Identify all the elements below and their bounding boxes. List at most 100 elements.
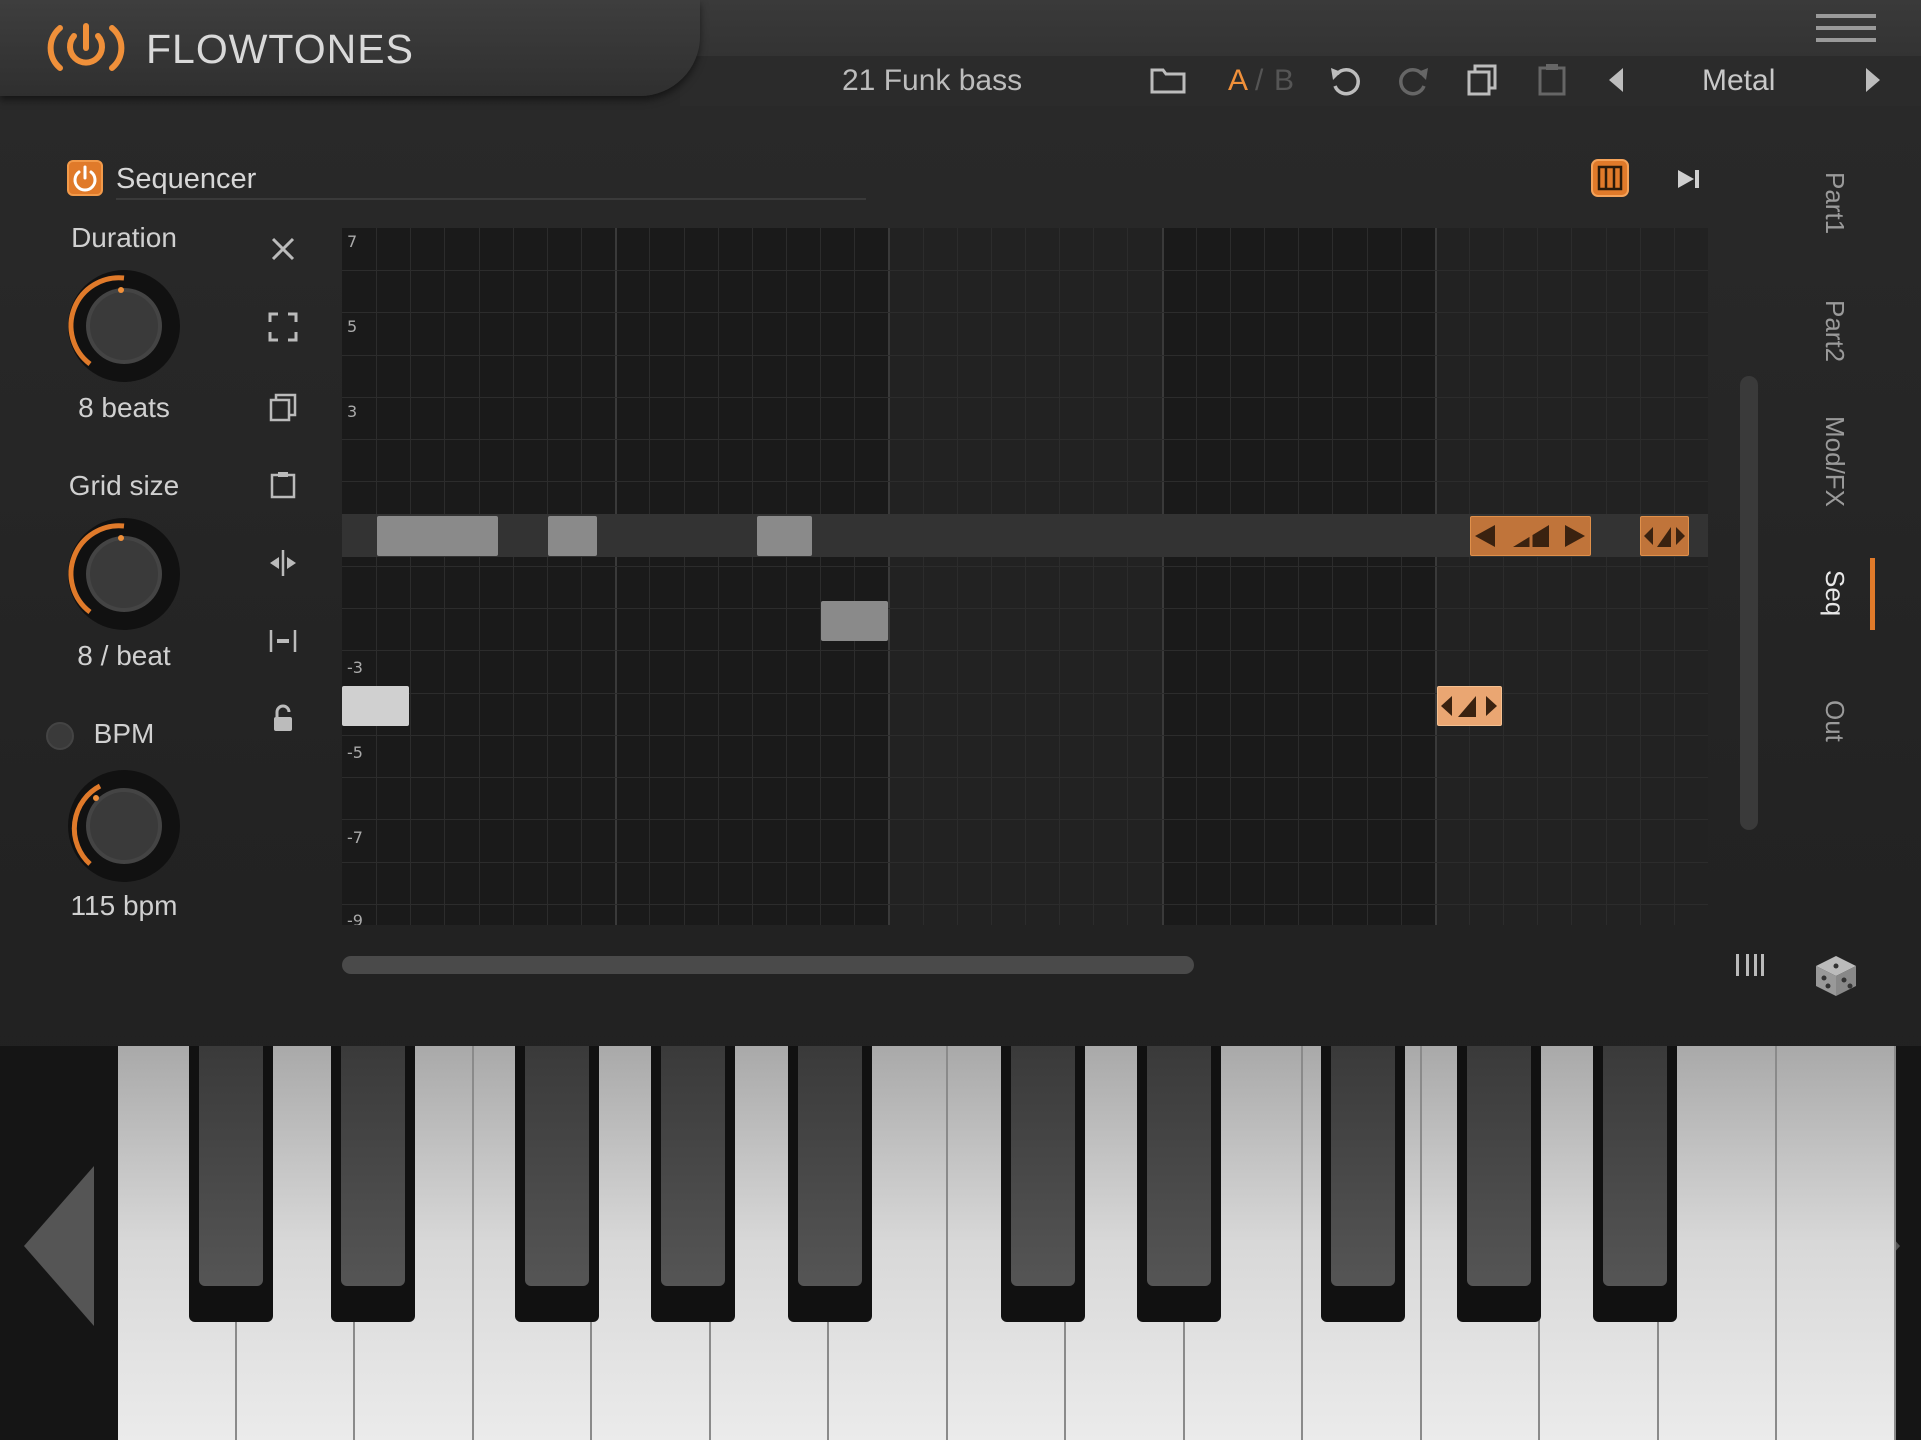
grid-beat-shade [890,228,1163,925]
grid-row-line [342,608,1708,610]
black-key-face [797,1046,862,1286]
undo-icon[interactable] [1325,60,1365,100]
slide-arrows-icon [1441,696,1497,717]
grid-row-line [342,270,1708,272]
grid-column-line [785,228,787,925]
black-key[interactable] [1137,1046,1222,1322]
black-key[interactable] [514,1046,599,1322]
grid-column-line [1366,228,1368,925]
grid-column-line [1400,228,1402,925]
preset-name[interactable]: 21 Funk bass [842,64,1022,98]
sequencer-grid[interactable]: 7 5 3 -3 -5 -7 -9 [342,228,1708,925]
grid-column-line [410,228,412,925]
grid-row-line [342,692,1708,694]
grid-size-knob[interactable] [64,514,184,634]
grid-column-line [922,228,924,925]
grid-column-line [1161,228,1164,925]
mirror-icon[interactable] [266,546,300,580]
grid-column-line [1059,228,1061,925]
grid-row-line [342,439,1708,441]
black-key[interactable] [1000,1046,1085,1322]
piano-roll-icon[interactable] [1590,158,1630,198]
select-all-icon[interactable] [266,310,300,344]
black-key[interactable] [1593,1046,1678,1322]
duration-knob[interactable] [64,266,184,386]
slide-note[interactable] [1640,516,1689,556]
grid-column-line [1025,228,1026,925]
grid-row-line [342,396,1708,398]
grid-row-line [342,650,1708,652]
next-preset-icon[interactable] [1852,60,1892,100]
copy-icon[interactable] [1463,60,1503,100]
horizontal-scrollbar[interactable] [342,956,1194,974]
black-key-face [1467,1046,1532,1286]
sequence-note[interactable] [821,601,888,641]
black-key-face [1010,1046,1075,1286]
black-key[interactable] [189,1046,274,1322]
duration-label: Duration [71,222,177,253]
sequencer-divider [116,198,866,200]
sequence-note[interactable] [757,516,812,556]
slide-arrows-icon [1644,527,1685,547]
black-key[interactable] [1457,1046,1542,1322]
logo-area: FLOWTONES [0,0,700,96]
vertical-scrollbar[interactable] [1740,376,1758,830]
white-key[interactable] [1777,1046,1896,1440]
black-key-face [199,1046,264,1286]
black-key[interactable] [787,1046,872,1322]
preset-category[interactable]: Metal [1702,64,1775,98]
slide-note[interactable] [1437,686,1502,726]
bpm-knob[interactable] [64,766,184,886]
grid-row-line [342,777,1708,779]
lock-icon[interactable] [266,702,300,736]
grid-column-line [956,228,958,925]
grid-column-line [1571,228,1573,925]
velocity-bars-icon[interactable] [1734,950,1768,980]
play-to-end-icon[interactable] [1672,162,1706,196]
redo-icon[interactable] [1394,60,1434,100]
grid-column-line [1264,228,1266,925]
sequence-note[interactable] [342,686,409,726]
black-key-face [341,1046,406,1286]
grid-column-line [1673,228,1675,925]
grid-row-line [342,354,1708,356]
tab-out[interactable]: Out [1819,700,1850,742]
paste-notes-icon[interactable] [266,468,300,502]
folder-icon[interactable] [1148,60,1188,100]
stretch-icon[interactable] [266,624,300,658]
sequencer-power-button[interactable] [67,160,103,196]
tab-part1[interactable]: Part1 [1819,172,1850,234]
sequence-note[interactable] [377,516,498,556]
grid-size-label: Grid size [68,470,180,501]
grid-column-line [854,228,856,925]
grid-row-line [342,312,1708,314]
ab-separator: / [1255,64,1264,97]
grid-size-value: 8 / beat [77,640,171,671]
paste-icon[interactable] [1532,60,1572,100]
grid-beat-shade [1437,228,1708,925]
black-key[interactable] [331,1046,416,1322]
duration-value: 8 beats [78,392,170,423]
grid-row-line [342,481,1708,483]
menu-icon[interactable] [1816,14,1876,44]
copy-notes-icon[interactable] [266,390,300,424]
sequence-note[interactable] [548,516,597,556]
clear-icon[interactable] [266,232,300,266]
grid-column-line [888,228,891,925]
app-title: FLOWTONES [146,26,414,72]
tab-modfx[interactable]: Mod/FX [1819,416,1850,507]
black-key[interactable] [651,1046,736,1322]
black-key[interactable] [1320,1046,1405,1322]
grid-column-line [1605,228,1607,925]
grid-row-line [342,734,1708,736]
tab-part2[interactable]: Part2 [1819,300,1850,362]
previous-preset-icon[interactable] [1597,60,1637,100]
flowtones-logo-icon [47,23,125,71]
ab-a-button[interactable]: A [1228,64,1248,98]
tab-seq[interactable]: Seq [1819,570,1850,616]
randomize-dice-icon[interactable] [1812,952,1860,1000]
ab-b-button[interactable]: B [1274,64,1294,98]
slide-note[interactable] [1470,516,1591,556]
grid-column-line [1195,228,1197,925]
octave-down-icon[interactable] [20,1166,100,1326]
